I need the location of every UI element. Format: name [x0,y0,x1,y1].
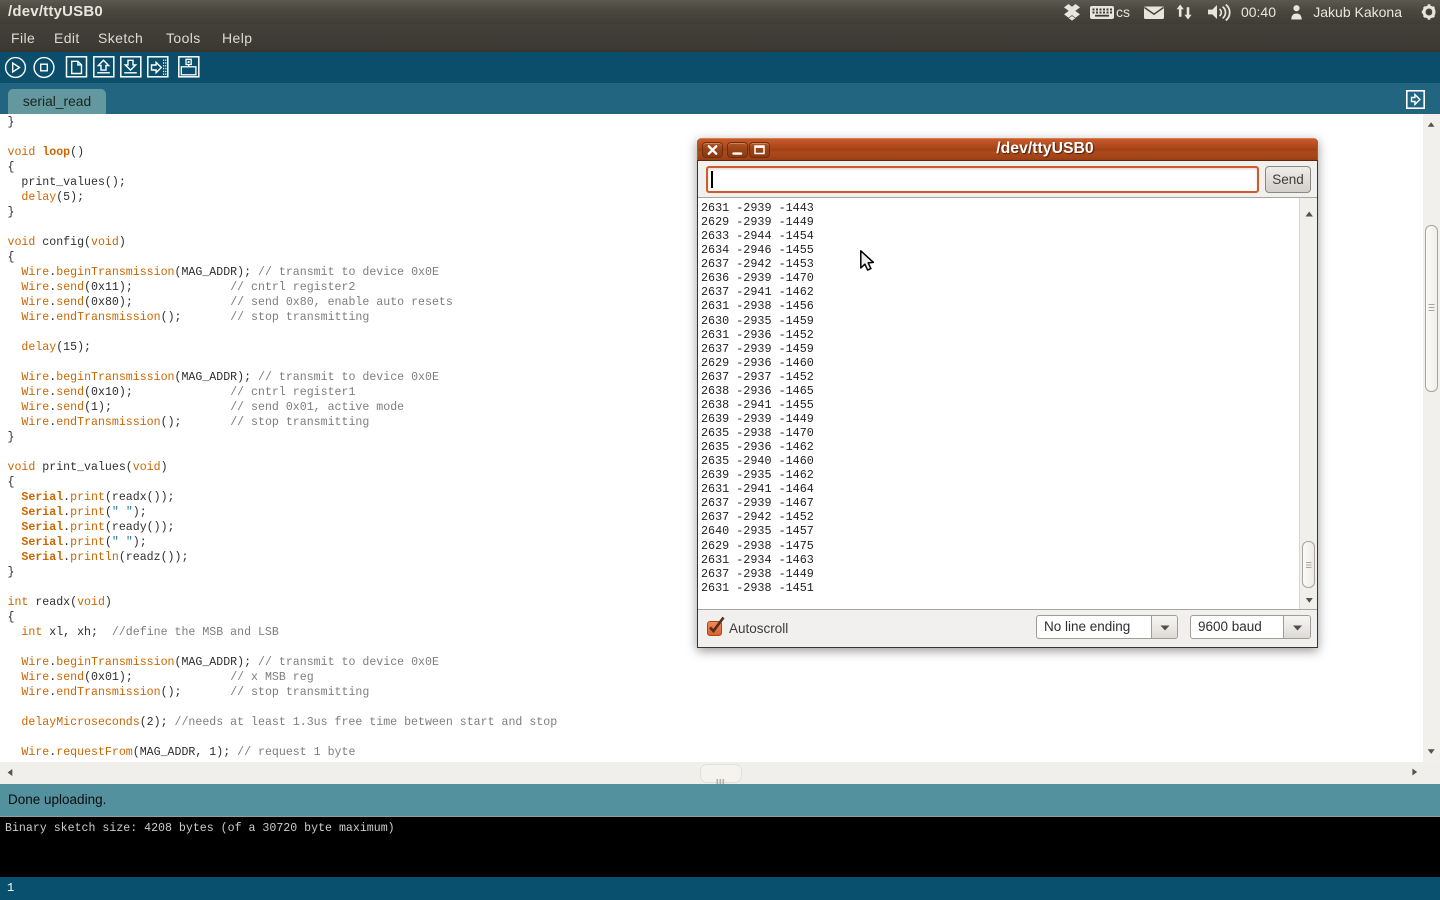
svg-text:cs: cs [1116,4,1130,20]
